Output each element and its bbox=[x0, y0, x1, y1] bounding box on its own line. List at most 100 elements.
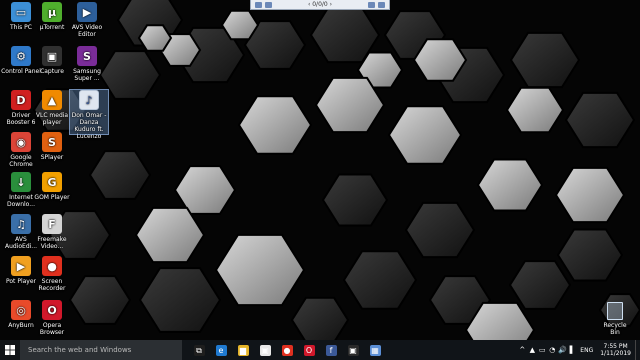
media-player-icon: ● bbox=[281, 344, 293, 356]
wallpaper-hexagon bbox=[173, 165, 237, 215]
facebook-icon: f bbox=[325, 344, 337, 356]
desktop-icon-label: Screen Recorder bbox=[38, 278, 66, 292]
wallpaper-hexagon bbox=[387, 105, 463, 165]
taskbar-app-facebook[interactable]: f bbox=[320, 340, 342, 360]
tray-icons: ^ ▲ ▭ ◔ 🔊 ▌ bbox=[517, 346, 577, 354]
desktop-icon-label: Don Omar - Danza Kuduro ft. Lucenzo bbox=[71, 112, 107, 140]
driver-booster-icon: D bbox=[11, 90, 31, 110]
capture-toolbar-label: ‹ 0/0/0 › bbox=[307, 1, 333, 8]
google-chrome-icon: ◉ bbox=[11, 132, 31, 152]
taskbar-app-edge[interactable]: e bbox=[210, 340, 232, 360]
wallpaper-hexagon bbox=[214, 233, 306, 307]
desktop-icon-label: GOM Player bbox=[34, 194, 70, 201]
taskbar-app-store[interactable]: ▣ bbox=[254, 340, 276, 360]
taskbar-app-opera[interactable]: O bbox=[298, 340, 320, 360]
taskbar-app-file-explorer[interactable]: ▆ bbox=[232, 340, 254, 360]
control-panel-icon: ⚙ bbox=[11, 46, 31, 66]
pot-player-icon: ▶ bbox=[11, 256, 31, 276]
wallpaper-hexagon bbox=[88, 150, 152, 200]
taskbar-app-task-view[interactable]: ⧉ bbox=[188, 340, 210, 360]
wallpaper-hexagon bbox=[137, 24, 173, 52]
wallpaper-hexagon bbox=[556, 228, 624, 282]
desktop-icon-samsung[interactable]: S Samsung Super ... bbox=[66, 46, 108, 82]
show-desktop-button[interactable] bbox=[635, 340, 640, 360]
taskbar-apps: ⧉ e ▆ ▣ ● Of ▣ ▦ bbox=[188, 340, 386, 360]
clock-time: 7:55 PM bbox=[603, 343, 628, 350]
opera-icon: O bbox=[42, 300, 62, 320]
taskbar-app-photos[interactable]: ▦ bbox=[364, 340, 386, 360]
taskbar: Search the web and Windows ⧉ e ▆ ▣ ● Of ▣ ▦ ^ ▲ ▭… bbox=[0, 340, 640, 360]
tray-icon[interactable]: ▲ bbox=[528, 346, 536, 354]
wallpaper-hexagon bbox=[476, 158, 544, 212]
desktop-icon-screen-recorder[interactable]: ● Screen Recorder bbox=[31, 256, 73, 292]
avs-audio-icon: ♫ bbox=[11, 214, 31, 234]
desktop-icon-avs-video-editor[interactable]: ▶ AVS Video Editor bbox=[66, 2, 108, 38]
taskbar-app-capture-app[interactable]: ▣ bbox=[342, 340, 364, 360]
desktop-icon-label: VLC media player bbox=[35, 112, 69, 126]
wallpaper-hexagon bbox=[404, 201, 476, 259]
desktop-icon-label: AVS Video Editor bbox=[71, 24, 103, 38]
desktop-icon-vlc[interactable]: ▲ VLC media player bbox=[31, 90, 73, 126]
wallpaper-hexagon bbox=[220, 9, 260, 41]
desktop-icon-label: Samsung Super ... bbox=[73, 68, 101, 82]
wallpaper-hexagon bbox=[554, 166, 626, 224]
desktop-icon-gom-player[interactable]: G GOM Player bbox=[31, 172, 73, 201]
recycle-bin-icon bbox=[607, 302, 623, 320]
wallpaper-hexagon bbox=[68, 275, 132, 325]
clock-date: 1/11/2019 bbox=[600, 350, 631, 357]
screen-recorder-icon: ● bbox=[42, 256, 62, 276]
this-pc-icon: ▭ bbox=[11, 2, 31, 22]
windows-logo-icon bbox=[5, 345, 15, 355]
opera-icon: O bbox=[303, 344, 315, 356]
file-explorer-icon: ▆ bbox=[237, 344, 249, 356]
gom-player-icon: G bbox=[42, 172, 62, 192]
capture-toolbar-button[interactable] bbox=[255, 1, 262, 8]
don-omar-file-icon: ♪ bbox=[79, 90, 99, 110]
vlc-icon: ▲ bbox=[42, 90, 62, 110]
tray-icon[interactable]: ◔ bbox=[548, 346, 556, 354]
store-icon: ▣ bbox=[259, 344, 271, 356]
system-tray: ^ ▲ ▭ ◔ 🔊 ▌ ENG 7:55 PM 1/11/2019 bbox=[517, 340, 640, 360]
anyburn-icon: ◎ bbox=[11, 300, 31, 320]
tray-icon[interactable]: ▌ bbox=[568, 346, 576, 354]
wallpaper-hexagon bbox=[505, 86, 565, 134]
capture-toolbar-button[interactable] bbox=[368, 1, 375, 8]
wallpaper-hexagon bbox=[138, 267, 222, 333]
wallpaper-hexagon bbox=[508, 260, 572, 310]
wallpaper-hexagon bbox=[509, 31, 581, 89]
start-button[interactable] bbox=[0, 340, 20, 360]
wallpaper-hexagon bbox=[321, 173, 389, 227]
samsung-icon: S bbox=[77, 46, 97, 66]
tray-icon[interactable]: 🔊 bbox=[558, 346, 567, 354]
wallpaper-hexagon bbox=[134, 206, 206, 264]
desktop-icon-label: SPlayer bbox=[40, 154, 64, 161]
desktop-icon-label: Freemake Video... bbox=[37, 236, 67, 250]
wallpaper-hexagon bbox=[342, 250, 418, 310]
tray-icon[interactable]: ^ bbox=[518, 346, 526, 354]
photos-icon: ▦ bbox=[369, 344, 381, 356]
language-indicator[interactable]: ENG bbox=[580, 347, 593, 354]
taskbar-app-media-player[interactable]: ● bbox=[276, 340, 298, 360]
desktop-icon-label: Opera Browser bbox=[39, 322, 65, 336]
clock[interactable]: 7:55 PM 1/11/2019 bbox=[600, 343, 631, 357]
capture-icon: ▣ bbox=[42, 46, 62, 66]
wallpaper-hexagon bbox=[98, 50, 162, 100]
internet-download-manager-icon: ↓ bbox=[11, 172, 31, 192]
search-input[interactable]: Search the web and Windows bbox=[20, 340, 182, 360]
wallpaper-hexagon bbox=[564, 91, 636, 149]
edge-icon: e bbox=[215, 344, 227, 356]
task-view-icon: ⧉ bbox=[193, 344, 205, 356]
capture-toolbar[interactable]: ‹ 0/0/0 › bbox=[250, 0, 390, 10]
desktop-icon-don-omar-file[interactable]: ♪ Don Omar - Danza Kuduro ft. Lucenzo bbox=[69, 89, 109, 140]
tray-icon[interactable]: ▭ bbox=[538, 346, 546, 354]
recycle-bin-shortcut[interactable]: Recycle Bin bbox=[598, 302, 632, 336]
splayer-icon: S bbox=[42, 132, 62, 152]
capture-toolbar-close-button[interactable] bbox=[378, 1, 385, 8]
desktop-icon-splayer[interactable]: S SPlayer bbox=[31, 132, 73, 161]
desktop-icon-freemake[interactable]: F Freemake Video... bbox=[31, 214, 73, 250]
desktop-icon-opera[interactable]: O Opera Browser bbox=[31, 300, 73, 336]
recycle-bin-label: Recycle Bin bbox=[603, 322, 627, 336]
wallpaper-hexagon bbox=[237, 95, 313, 155]
capture-toolbar-button[interactable] bbox=[265, 1, 272, 8]
wallpaper-hexagon bbox=[290, 296, 350, 340]
